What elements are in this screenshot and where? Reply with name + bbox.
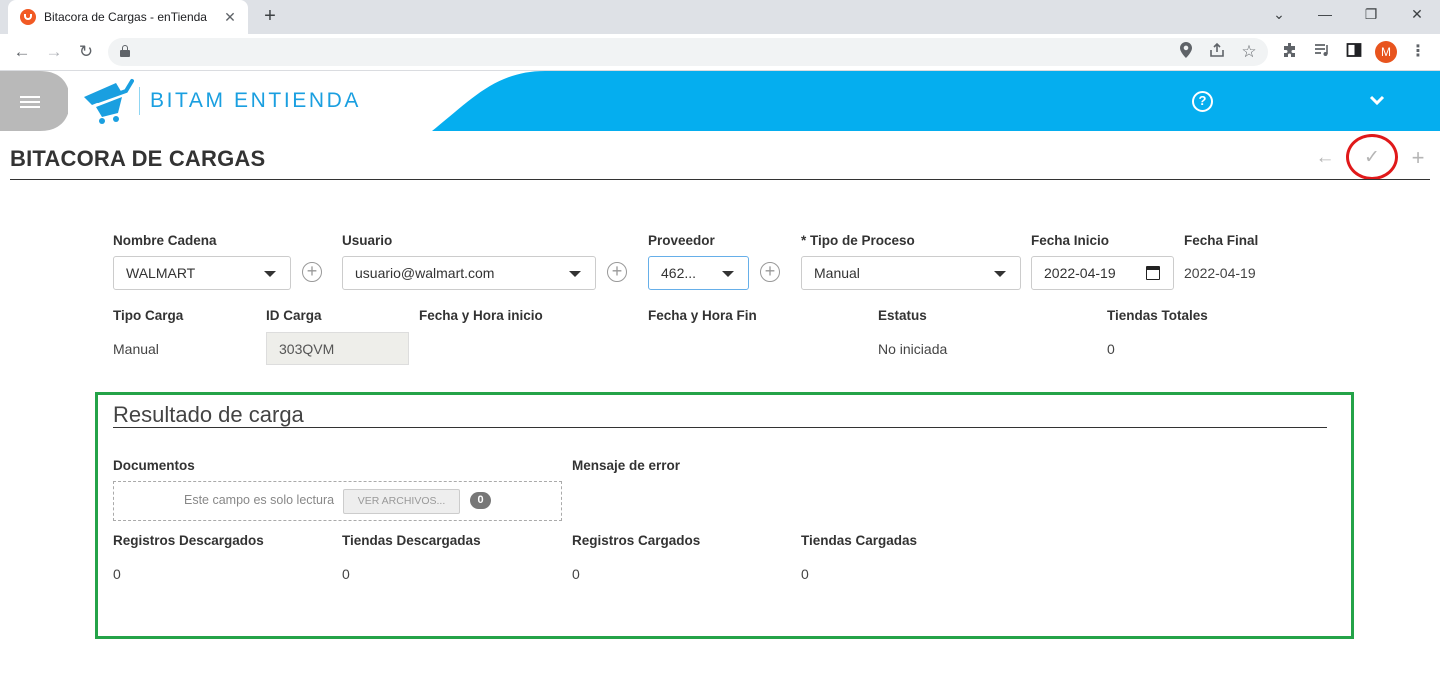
registros-cargados-label: Registros Cargados: [572, 533, 701, 548]
reload-icon[interactable]: ↻: [73, 39, 99, 65]
resultado-section-title: Resultado de carga: [113, 402, 304, 427]
documentos-count-badge: 0: [470, 492, 491, 509]
caret-down-icon: [722, 271, 734, 277]
page-title: BITACORA DE CARGAS: [10, 146, 266, 171]
proveedor-label: Proveedor: [648, 233, 715, 248]
registros-descargados-value: 0: [113, 566, 121, 582]
minimize-button[interactable]: —: [1302, 0, 1348, 30]
menu-dots-icon[interactable]: ⋮: [1408, 42, 1428, 62]
tipo-carga-value: Manual: [113, 341, 159, 357]
mensaje-error-label: Mensaje de error: [572, 458, 681, 473]
tiendas-totales-label: Tiendas Totales: [1107, 308, 1208, 323]
sidepanel-icon[interactable]: [1344, 42, 1364, 62]
cart-logo-icon: [82, 77, 134, 125]
proveedor-select[interactable]: 462...: [648, 256, 749, 290]
star-icon[interactable]: ☆: [1239, 42, 1259, 62]
reading-list-icon[interactable]: [1312, 42, 1332, 62]
tab-title: Bitacora de Cargas - enTienda: [44, 10, 207, 24]
add-circle-icon[interactable]: +: [302, 262, 322, 282]
close-window-button[interactable]: ✕: [1394, 0, 1440, 30]
annotation-circle: [1346, 134, 1398, 180]
nombre-cadena-select[interactable]: WALMART: [113, 256, 291, 290]
fecha-hora-fin-label: Fecha y Hora Fin: [648, 308, 757, 323]
browser-toolbar: ← → ↻ ☆ M ⋮: [0, 34, 1440, 71]
chevron-down-icon[interactable]: [1368, 91, 1386, 109]
tiendas-descargadas-value: 0: [342, 566, 350, 582]
profile-avatar[interactable]: M: [1375, 41, 1397, 63]
forward-nav-icon[interactable]: →: [41, 39, 67, 65]
estatus-value: No iniciada: [878, 341, 948, 357]
lock-icon: [120, 45, 130, 57]
id-carga-label: ID Carga: [266, 308, 322, 323]
tab-close-icon[interactable]: ✕: [222, 9, 238, 26]
caret-down-icon: [994, 271, 1006, 277]
help-icon[interactable]: ?: [1192, 91, 1213, 112]
usuario-select[interactable]: usuario@walmart.com: [342, 256, 596, 290]
hamburger-icon: [0, 71, 68, 131]
tipo-proceso-value: Manual: [814, 265, 860, 281]
nombre-cadena-label: Nombre Cadena: [113, 233, 217, 248]
tiendas-cargadas-value: 0: [801, 566, 809, 582]
registros-descargados-label: Registros Descargados: [113, 533, 264, 548]
usuario-value: usuario@walmart.com: [355, 265, 495, 281]
documentos-dropzone: Este campo es solo lectura VER ARCHIVOS.…: [113, 481, 562, 521]
app-header: BITAM ENTIENDA ?: [0, 71, 1440, 131]
caret-down-icon: [264, 271, 276, 277]
browser-tab[interactable]: Bitacora de Cargas - enTienda ✕: [8, 0, 248, 34]
add-button[interactable]: +: [1408, 147, 1428, 169]
id-carga-value: 303QVM: [279, 341, 335, 357]
id-carga-field: 303QVM: [266, 332, 409, 365]
nombre-cadena-value: WALMART: [126, 265, 196, 281]
tipo-carga-label: Tipo Carga: [113, 308, 184, 323]
usuario-label: Usuario: [342, 233, 393, 248]
tipo-proceso-label: * Tipo de Proceso: [801, 233, 915, 248]
proveedor-value: 462...: [661, 265, 697, 281]
ver-archivos-button[interactable]: VER ARCHIVOS...: [343, 489, 460, 514]
location-icon[interactable]: [1176, 42, 1196, 62]
share-icon[interactable]: [1207, 42, 1227, 62]
add-circle-icon[interactable]: +: [607, 262, 627, 282]
restore-button[interactable]: ❐: [1348, 0, 1394, 30]
extensions-icon[interactable]: [1280, 42, 1300, 62]
calendar-icon[interactable]: [1146, 266, 1160, 280]
brand-name: BITAM ENTIENDA: [150, 89, 362, 112]
favicon-icon: [20, 9, 36, 25]
documentos-label: Documentos: [113, 458, 195, 473]
title-divider: [10, 179, 1430, 180]
fecha-final-value: 2022-04-19: [1184, 265, 1256, 281]
fecha-inicio-label: Fecha Inicio: [1031, 233, 1110, 248]
brand-separator: [139, 87, 140, 115]
fecha-hora-inicio-label: Fecha y Hora inicio: [419, 308, 543, 323]
fecha-inicio-value: 2022-04-19: [1044, 265, 1116, 281]
browser-tabstrip: Bitacora de Cargas - enTienda ✕ + ⌄ — ❐ …: [0, 0, 1440, 34]
section-divider: [113, 427, 1327, 428]
registros-cargados-value: 0: [572, 566, 580, 582]
estatus-label: Estatus: [878, 308, 927, 323]
tiendas-totales-value: 0: [1107, 341, 1115, 357]
tiendas-cargadas-label: Tiendas Cargadas: [801, 533, 918, 548]
fecha-final-label: Fecha Final: [1184, 233, 1259, 248]
address-bar[interactable]: ☆: [108, 38, 1268, 66]
documentos-placeholder: Este campo es solo lectura: [184, 493, 335, 507]
add-circle-icon[interactable]: +: [760, 262, 780, 282]
tiendas-descargadas-label: Tiendas Descargadas: [342, 533, 481, 548]
back-nav-icon[interactable]: ←: [9, 39, 35, 65]
tipo-proceso-select[interactable]: Manual: [801, 256, 1021, 290]
caret-down-icon: [569, 271, 581, 277]
hamburger-menu-button[interactable]: [0, 71, 68, 131]
tab-search-icon[interactable]: ⌄: [1256, 0, 1302, 30]
new-tab-button[interactable]: +: [258, 5, 282, 29]
fecha-inicio-input[interactable]: 2022-04-19: [1031, 256, 1174, 290]
back-arrow-button[interactable]: ←: [1315, 148, 1335, 168]
